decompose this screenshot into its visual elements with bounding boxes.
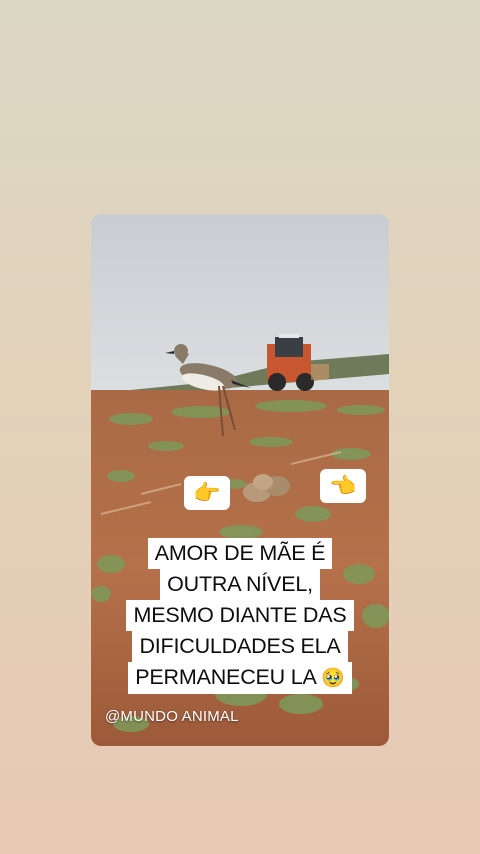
- caption-line-5: PERMANECEU LA 🥹: [128, 662, 352, 694]
- watermark-handle: @MUNDO ANIMAL: [105, 708, 239, 725]
- caption-line-2: OUTRA NÍVEL,: [160, 569, 320, 600]
- story-photo-card: 👉 👈 AMOR DE MÃE É OUTRA NÍVEL, MESMO DIA…: [91, 214, 389, 746]
- pointer-right-glyph: 👈: [329, 473, 357, 499]
- caption-line-3: MESMO DIANTE DAS: [126, 600, 354, 631]
- pointer-left-glyph: 👉: [193, 480, 221, 506]
- caption-line-5-text: PERMANECEU LA: [135, 665, 316, 689]
- story-caption: AMOR DE MÃE É OUTRA NÍVEL, MESMO DIANTE …: [91, 538, 389, 694]
- pointing-left-icon: 👈: [320, 469, 366, 503]
- teary-face-icon: 🥹: [321, 668, 345, 689]
- pointing-right-icon: 👉: [184, 476, 230, 510]
- caption-line-4: DIFICULDADES ELA: [132, 631, 348, 662]
- caption-line-1: AMOR DE MÃE É: [147, 538, 333, 569]
